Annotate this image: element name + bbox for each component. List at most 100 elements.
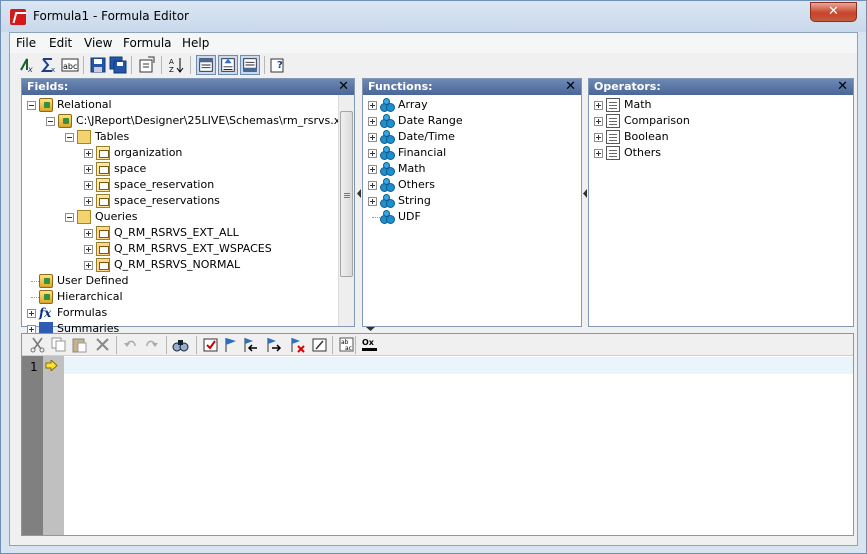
abc-icon[interactable]: abc xyxy=(61,56,79,74)
tree-item-date-range[interactable]: Date Range xyxy=(363,113,581,129)
sort-icon[interactable]: AZ xyxy=(168,56,186,74)
toolbar-separator xyxy=(190,56,191,74)
database-icon xyxy=(58,114,72,128)
menu-formula[interactable]: Formula xyxy=(123,36,172,50)
tree-item-queries[interactable]: Queries xyxy=(22,209,354,225)
scroll-grip-icon xyxy=(344,192,350,198)
tree-item-relational[interactable]: Relational xyxy=(22,97,354,113)
expand-plus-icon[interactable] xyxy=(84,261,93,270)
format-icon[interactable] xyxy=(311,336,328,353)
expand-plus-icon[interactable] xyxy=(84,149,93,158)
prev-bookmark-icon[interactable] xyxy=(242,336,259,353)
tree-item-q-rm-rsrvs-ext-wspaces[interactable]: Q_RM_RSRVS_EXT_WSPACES xyxy=(22,241,354,257)
editor-text-area[interactable] xyxy=(64,357,853,374)
operator-icon xyxy=(606,98,620,112)
tree-item-q-rm-rsrvs-normal[interactable]: Q_RM_RSRVS_NORMAL xyxy=(22,257,354,273)
layout-2-icon[interactable] xyxy=(218,55,238,75)
fields-panel-close-button[interactable]: ✕ xyxy=(338,79,349,94)
expand-plus-icon[interactable] xyxy=(594,101,603,110)
summation-icon[interactable]: x xyxy=(40,56,58,74)
tree-item-financial[interactable]: Financial xyxy=(363,145,581,161)
tree-item-space[interactable]: space xyxy=(22,161,354,177)
fields-scrollbar[interactable] xyxy=(338,95,354,326)
tree-item-hierarchical[interactable]: Hierarchical xyxy=(22,289,354,305)
tree-item-user-defined[interactable]: User Defined xyxy=(22,273,354,289)
folder-icon xyxy=(77,130,91,144)
save-as-icon[interactable] xyxy=(109,56,127,74)
tree-connector xyxy=(31,281,39,282)
tree-item-q-rm-rsrvs-ext-all[interactable]: Q_RM_RSRVS_EXT_ALL xyxy=(22,225,354,241)
tree-item-formulas[interactable]: fx Formulas xyxy=(22,305,354,321)
properties-icon[interactable] xyxy=(138,56,156,74)
window-close-button[interactable]: ✕ xyxy=(810,2,857,22)
expand-plus-icon[interactable] xyxy=(27,309,36,318)
collapse-minus-icon[interactable] xyxy=(46,117,55,126)
tree-item-boolean[interactable]: Boolean xyxy=(589,129,853,145)
expand-plus-icon[interactable] xyxy=(84,245,93,254)
menu-file[interactable]: File xyxy=(16,36,36,50)
expand-plus-icon[interactable] xyxy=(368,165,377,174)
delete-icon[interactable] xyxy=(94,336,111,353)
table-icon xyxy=(96,194,110,208)
collapse-minus-icon[interactable] xyxy=(65,213,74,222)
copy-icon[interactable] xyxy=(50,336,67,353)
expand-plus-icon[interactable] xyxy=(594,149,603,158)
menu-view[interactable]: View xyxy=(84,36,112,50)
tree-item-organization[interactable]: organization xyxy=(22,145,354,161)
insert-field-icon[interactable]: x xyxy=(18,56,36,74)
expand-plus-icon[interactable] xyxy=(84,197,93,206)
expand-plus-icon[interactable] xyxy=(84,229,93,238)
expand-plus-icon[interactable] xyxy=(84,181,93,190)
paste-icon[interactable] xyxy=(71,336,88,353)
tree-item-comparison[interactable]: Comparison xyxy=(589,113,853,129)
undo-icon[interactable] xyxy=(122,336,139,353)
tree-item-array[interactable]: Array xyxy=(363,97,581,113)
redo-icon[interactable] xyxy=(143,336,160,353)
expand-plus-icon[interactable] xyxy=(368,197,377,206)
tree-item-space-reservations[interactable]: space_reservations xyxy=(22,193,354,209)
line-number-gutter xyxy=(22,356,43,535)
operators-panel-close-button[interactable]: ✕ xyxy=(837,79,848,94)
case-icon[interactable]: Ox xyxy=(361,336,378,353)
help-icon[interactable]: ? xyxy=(269,56,287,74)
tree-item-others[interactable]: Others xyxy=(589,145,853,161)
tree-item-string[interactable]: String xyxy=(363,193,581,209)
tree-item-c-jreport-designer-25live-schemas-rm-rsrvs-xsd[interactable]: C:\JReport\Designer\25LIVE\Schemas\rm_rs… xyxy=(22,113,354,129)
tree-item-math[interactable]: Math xyxy=(363,161,581,177)
layout-3-icon[interactable] xyxy=(240,55,260,75)
expand-plus-icon[interactable] xyxy=(594,117,603,126)
next-bookmark-icon[interactable] xyxy=(265,336,282,353)
query-icon xyxy=(96,258,110,272)
expand-plus-icon[interactable] xyxy=(368,117,377,126)
flag-icon[interactable] xyxy=(222,336,239,353)
expand-plus-icon[interactable] xyxy=(594,133,603,142)
expand-plus-icon[interactable] xyxy=(368,181,377,190)
fields-scroll-thumb[interactable] xyxy=(340,111,353,277)
collapse-minus-icon[interactable] xyxy=(65,133,74,142)
tree-item-math[interactable]: Math xyxy=(589,97,853,113)
tree-item-others[interactable]: Others xyxy=(363,177,581,193)
check-icon[interactable] xyxy=(202,336,219,353)
tree-item-label: User Defined xyxy=(57,274,129,287)
functions-panel-close-button[interactable]: ✕ xyxy=(565,79,576,94)
cut-icon[interactable] xyxy=(29,336,46,353)
tree-item-date-time[interactable]: Date/Time xyxy=(363,129,581,145)
tree-item-udf[interactable]: UDF xyxy=(363,209,581,225)
menu-edit[interactable]: Edit xyxy=(49,36,72,50)
current-line-arrow-icon xyxy=(45,360,58,371)
tree-connector xyxy=(372,217,380,218)
collapse-minus-icon[interactable] xyxy=(27,101,36,110)
expand-plus-icon[interactable] xyxy=(84,165,93,174)
find-icon[interactable] xyxy=(172,336,189,353)
expand-plus-icon[interactable] xyxy=(368,133,377,142)
clear-bookmark-icon[interactable] xyxy=(289,336,306,353)
tree-item-tables[interactable]: Tables xyxy=(22,129,354,145)
expand-plus-icon[interactable] xyxy=(368,149,377,158)
save-icon[interactable] xyxy=(89,56,107,74)
replace-icon[interactable]: abac xyxy=(338,336,355,353)
marker-gutter xyxy=(43,356,64,535)
layout-1-icon[interactable] xyxy=(196,55,216,75)
tree-item-space-reservation[interactable]: space_reservation xyxy=(22,177,354,193)
expand-plus-icon[interactable] xyxy=(368,101,377,110)
menu-help[interactable]: Help xyxy=(182,36,209,50)
